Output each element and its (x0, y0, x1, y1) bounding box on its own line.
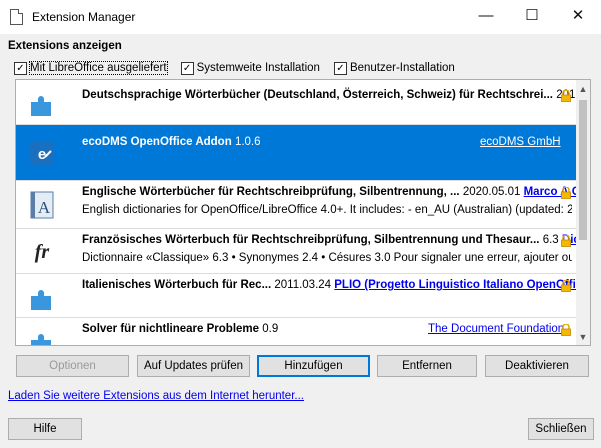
checkbox-user[interactable]: ✓ Benutzer-Installation (333, 61, 455, 75)
publisher-link[interactable]: The Document Foundation (428, 323, 564, 335)
extension-title: Deutschsprachige Wörterbücher (Deutschla… (82, 89, 590, 101)
extension-row[interactable]: Solver für nichtlineare Probleme 0.9 The… (16, 318, 576, 345)
get-more-extensions-link[interactable]: Laden Sie weitere Extensions aus dem Int… (8, 390, 304, 402)
section-label: Extensions anzeigen (8, 40, 122, 52)
svg-text:fr: fr (35, 241, 50, 263)
lock-icon (561, 280, 571, 292)
checkbox-box[interactable]: ✓ (333, 61, 347, 75)
extension-name: Deutschsprachige Wörterbücher (Deutschla… (82, 89, 553, 101)
extension-version: 0.9 (262, 323, 279, 335)
checkbox-label: Systemweite Installation (196, 62, 320, 74)
extension-title: Englische Wörterbücher für Rechtschreibp… (82, 186, 590, 198)
lock-icon (561, 324, 571, 336)
puzzle-icon (31, 96, 51, 116)
checkbox-shared[interactable]: ✓ Systemweite Installation (180, 61, 320, 75)
extension-name: Solver für nichtlineare Probleme (82, 323, 260, 335)
extension-description: English dictionaries for OpenOffice/Libr… (82, 204, 572, 216)
add-button[interactable]: Hinzufügen (257, 355, 370, 377)
extension-title: Italienisches Wörterbuch für Rec... 2011… (82, 279, 590, 291)
checkbox-bundled[interactable]: ✓ Mit LibreOffice ausgeliefert (14, 61, 168, 75)
close-dialog-button[interactable]: Schließen (528, 418, 594, 440)
extension-version: 6.3 (542, 234, 559, 246)
title-bar: Extension Manager — ☐ ✕ (0, 0, 601, 34)
extension-row[interactable]: Deutschsprachige Wörterbücher (Deutschla… (16, 80, 590, 125)
extension-row-selected[interactable]: e ecoDMS OpenOffice Addon 1.0.6 ecoDMS G… (16, 125, 576, 181)
lock-icon (561, 235, 571, 247)
extension-name: Italienisches Wörterbuch für Rec... (82, 279, 272, 291)
scroll-down-icon[interactable]: ▼ (576, 330, 590, 344)
ecodms-icon: e (30, 141, 54, 165)
extension-title: Solver für nichtlineare Probleme 0.9 (82, 323, 278, 335)
extension-title: Französisches Wörterbuch für Rechtschrei… (82, 234, 590, 246)
extension-name: Französisches Wörterbuch für Rechtschrei… (82, 234, 540, 246)
puzzle-icon (31, 334, 51, 345)
publisher-link[interactable]: ecoDMS GmbH (480, 136, 561, 148)
dictionary-a-icon: A (30, 191, 54, 219)
close-button[interactable]: ✕ (555, 0, 601, 34)
puzzle-icon (31, 290, 51, 310)
checkbox-label: Benutzer-Installation (349, 62, 455, 74)
extension-version: 2020.05.01 (462, 186, 521, 198)
checkbox-box[interactable]: ✓ (14, 61, 27, 75)
lock-icon (561, 187, 571, 199)
remove-button[interactable]: Entfernen (377, 355, 477, 377)
help-button[interactable]: Hilfe (8, 418, 82, 440)
publisher-link[interactable]: PLIO (Progetto Linguistico Italiano Open… (334, 279, 590, 291)
minimize-button[interactable]: — (463, 0, 509, 34)
disable-button[interactable]: Deaktivieren (485, 355, 589, 377)
maximize-button[interactable]: ☐ (509, 0, 555, 34)
checkbox-label: Mit LibreOffice ausgeliefert (29, 61, 168, 75)
checkbox-box[interactable]: ✓ (180, 61, 194, 75)
lock-icon (561, 90, 571, 102)
check-updates-button[interactable]: Auf Updates prüfen (137, 355, 250, 377)
window-title: Extension Manager (32, 10, 136, 24)
document-icon (10, 9, 23, 25)
extension-description: Dictionnaire «Classique» 6.3 • Synonymes… (82, 252, 572, 264)
svg-text:A: A (38, 198, 51, 217)
fr-icon: fr (35, 241, 50, 263)
extension-row[interactable]: A Englische Wörterbücher für Rechtschrei… (16, 181, 590, 229)
svg-text:e: e (38, 146, 46, 163)
extension-row[interactable]: Italienisches Wörterbuch für Rec... 2011… (16, 274, 590, 318)
options-button[interactable]: Optionen (16, 355, 129, 377)
extension-name: Englische Wörterbücher für Rechtschreibp… (82, 186, 460, 198)
extension-row[interactable]: fr Französisches Wörterbuch für Rechtsch… (16, 229, 590, 274)
scrollbar-thumb[interactable] (579, 100, 587, 240)
extension-version: 1.0.6 (234, 136, 261, 148)
extension-title: ecoDMS OpenOffice Addon 1.0.6 (82, 136, 261, 148)
extension-list[interactable]: Deutschsprachige Wörterbücher (Deutschla… (15, 79, 591, 346)
extension-version: 2011.03.24 (274, 279, 332, 291)
vertical-scrollbar[interactable]: ▲ ▼ (576, 80, 590, 345)
filter-checkboxes: ✓ Mit LibreOffice ausgeliefert ✓ Systemw… (14, 60, 469, 76)
scroll-up-icon[interactable]: ▲ (576, 82, 590, 96)
extension-name: ecoDMS OpenOffice Addon (82, 136, 232, 148)
